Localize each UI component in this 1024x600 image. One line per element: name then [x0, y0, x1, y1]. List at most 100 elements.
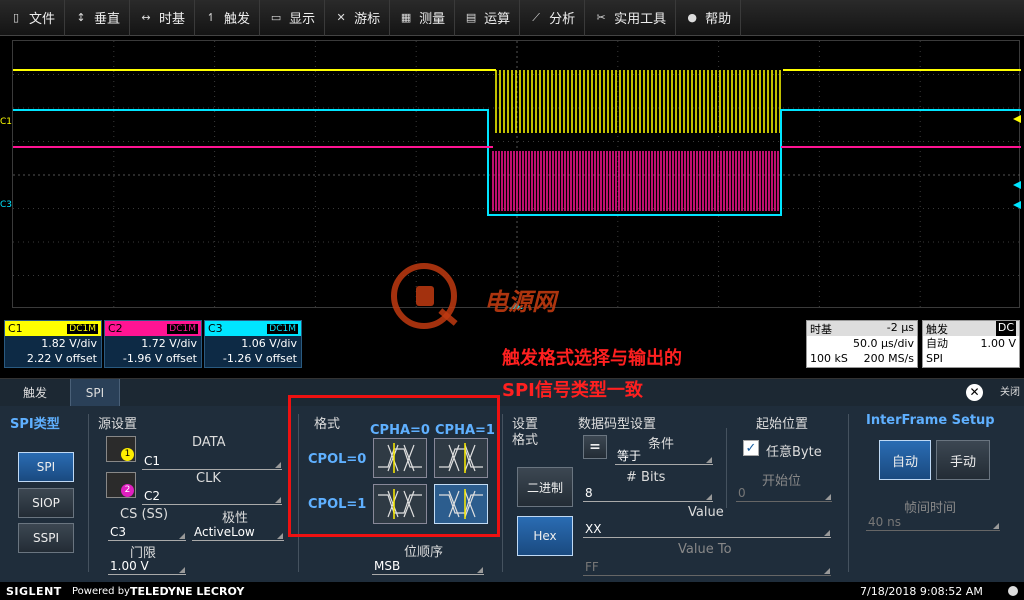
channel-box-c3[interactable]: C3 DC1M 1.06 V/div -1.26 V offset — [204, 320, 302, 368]
annotation-line1: 触发格式选择与输出的 — [502, 348, 682, 369]
menu-item-6[interactable]: ▦ 测量 — [390, 0, 456, 36]
spi-type-siop-button[interactable]: SIOP — [18, 488, 74, 518]
vertical-icon: ↕ — [76, 11, 86, 24]
menu-item-9[interactable]: ✂ 实用工具 — [585, 0, 677, 36]
threshold-input[interactable]: 1.00 V — [108, 557, 186, 575]
bits-input[interactable]: 8 — [583, 484, 713, 502]
probe-icon-clk: 2 — [106, 472, 136, 498]
help-icon: ● — [687, 11, 697, 24]
trigger-title: 触发 — [926, 323, 948, 336]
start-position-title: 起始位置 — [756, 417, 809, 432]
probe-badge-2: 2 — [121, 484, 134, 497]
interframe-manual-button[interactable]: 手动 — [936, 440, 990, 480]
value-label: Value — [688, 505, 724, 520]
pattern-title: 数据码型设置 — [578, 417, 657, 432]
channel-offset: 2.22 V offset — [26, 352, 97, 365]
spi-type-spi-button[interactable]: SPI — [18, 452, 74, 482]
value-input[interactable]: XX — [583, 520, 831, 538]
tools-icon: ✂ — [596, 11, 606, 24]
menu-item-5[interactable]: ✕ 游标 — [325, 0, 391, 36]
trigger-box[interactable]: 触发 DC 自动 1.00 V SPI — [922, 320, 1020, 368]
divider — [502, 414, 503, 572]
channel-name: C1 — [8, 322, 23, 335]
channel-vdiv: 1.06 V/div — [241, 337, 297, 350]
menu-label: 分析 — [549, 12, 576, 27]
channel-offset: -1.26 V offset — [222, 352, 297, 365]
interframe-title: InterFrame Setup — [866, 413, 995, 428]
cs-source-select[interactable]: C3 — [108, 523, 186, 541]
watermark-text: 电源网 — [484, 288, 556, 316]
menu-item-7[interactable]: ▤ 运算 — [455, 0, 521, 36]
menu-item-10[interactable]: ● 帮助 — [676, 0, 742, 36]
bit-order-select[interactable]: MSB — [372, 557, 484, 575]
analysis-icon: ⟋ — [532, 10, 540, 24]
value-to-label: Value To — [678, 542, 732, 557]
c1-level-marker — [1013, 115, 1021, 123]
annotation-line2: SPI信号类型一致 — [502, 380, 643, 401]
menu-item-0[interactable]: ▯ 文件 — [0, 0, 66, 36]
polarity-select[interactable]: ActiveLow — [192, 523, 284, 541]
menu-label: 触发 — [224, 12, 251, 27]
channel-box-c1[interactable]: C1 DC1M 1.82 V/div 2.22 V offset — [4, 320, 102, 368]
timebase-icon: ↔ — [141, 11, 151, 24]
source-title: 源设置 — [98, 417, 138, 432]
menu-item-4[interactable]: ▭ 显示 — [260, 0, 326, 36]
menu-item-2[interactable]: ↔ 时基 — [130, 0, 196, 36]
probe-icon-data: 1 — [106, 436, 136, 462]
menu-item-3[interactable]: ↿ 触发 — [195, 0, 261, 36]
menu-item-8[interactable]: ⟋ 分析 — [520, 0, 586, 36]
watermark-logo — [386, 262, 466, 334]
close-label[interactable]: 关闭 — [996, 379, 1024, 407]
channel-name: C3 — [208, 322, 223, 335]
close-icon[interactable]: ✕ — [966, 384, 983, 401]
timebase-rate: 200 MS/s — [863, 352, 914, 365]
any-byte-checkbox[interactable]: ✓ — [743, 440, 759, 456]
tab-trigger[interactable]: 触发 — [0, 379, 70, 407]
trigger-level: 1.00 V — [980, 337, 1016, 350]
highlight-box — [288, 395, 500, 537]
channel-box-c2[interactable]: C2 DC1M 1.72 V/div -1.96 V offset — [104, 320, 202, 368]
cursor-icon: ✕ — [336, 11, 346, 24]
channel-vdiv: 1.82 V/div — [41, 337, 97, 350]
waveform-display[interactable] — [12, 40, 1021, 309]
measure-icon: ▦ — [400, 11, 412, 24]
start-bit-input[interactable]: 0 — [736, 484, 832, 502]
spi-type-sspi-button[interactable]: SSPI — [18, 523, 74, 553]
c3-level-marker — [1013, 201, 1021, 209]
menu-label: 测量 — [419, 12, 446, 27]
interframe-auto-button[interactable]: 自动 — [879, 440, 931, 480]
hex-button[interactable]: Hex — [517, 516, 573, 556]
menu-label: 时基 — [159, 12, 186, 27]
menu-item-1[interactable]: ↕ 垂直 — [65, 0, 131, 36]
data-source-select[interactable]: C1 — [142, 452, 282, 470]
trigger-icon: ↿ — [206, 11, 216, 24]
menu-label: 显示 — [289, 12, 316, 27]
probe-badge-1: 1 — [121, 448, 134, 461]
bits-label: # Bits — [626, 470, 666, 485]
datetime: 7/18/2018 9:08:52 AM — [860, 585, 983, 598]
status-indicator — [1008, 586, 1018, 596]
equal-symbol-button[interactable]: = — [583, 435, 607, 459]
brand-logo: SIGLENT — [6, 585, 62, 598]
menu-label: 帮助 — [705, 12, 732, 27]
condition-select[interactable]: 等于 — [615, 447, 713, 465]
menu-label: 运算 — [484, 12, 511, 27]
value-to-input[interactable]: FF — [583, 558, 831, 576]
clk-source-select[interactable]: C2 — [142, 487, 282, 505]
c2-burst — [492, 151, 779, 211]
menu-bar: ▯ 文件 ↕ 垂直 ↔ 时基 ↿ 触发 ▭ 显示 ✕ 游标 ▦ 测量 ▤ 运算 ⟋ 分析 ✂ 实用工具 ● 帮助 — [0, 0, 1024, 36]
math-icon: ▤ — [465, 11, 477, 24]
c3-trace-marker: C3 — [0, 200, 13, 210]
waveform-canvas — [13, 41, 1021, 309]
channel-name: C2 — [108, 322, 123, 335]
c1-burst — [495, 70, 781, 133]
binary-button[interactable]: 二进制 — [517, 467, 573, 507]
menu-label: 实用工具 — [614, 12, 667, 27]
tab-spi[interactable]: SPI — [70, 379, 120, 407]
frame-time-input[interactable]: 40 ns — [866, 513, 1000, 531]
partner-logo: TELEDYNE LECROY — [130, 585, 245, 598]
timebase-box[interactable]: 时基 -2 µs 50.0 µs/div 100 kS 200 MS/s — [806, 320, 918, 368]
display-icon: ▭ — [270, 11, 282, 24]
any-byte-label: 任意Byte — [766, 445, 822, 460]
channel-coupling: DC1M — [67, 323, 98, 334]
